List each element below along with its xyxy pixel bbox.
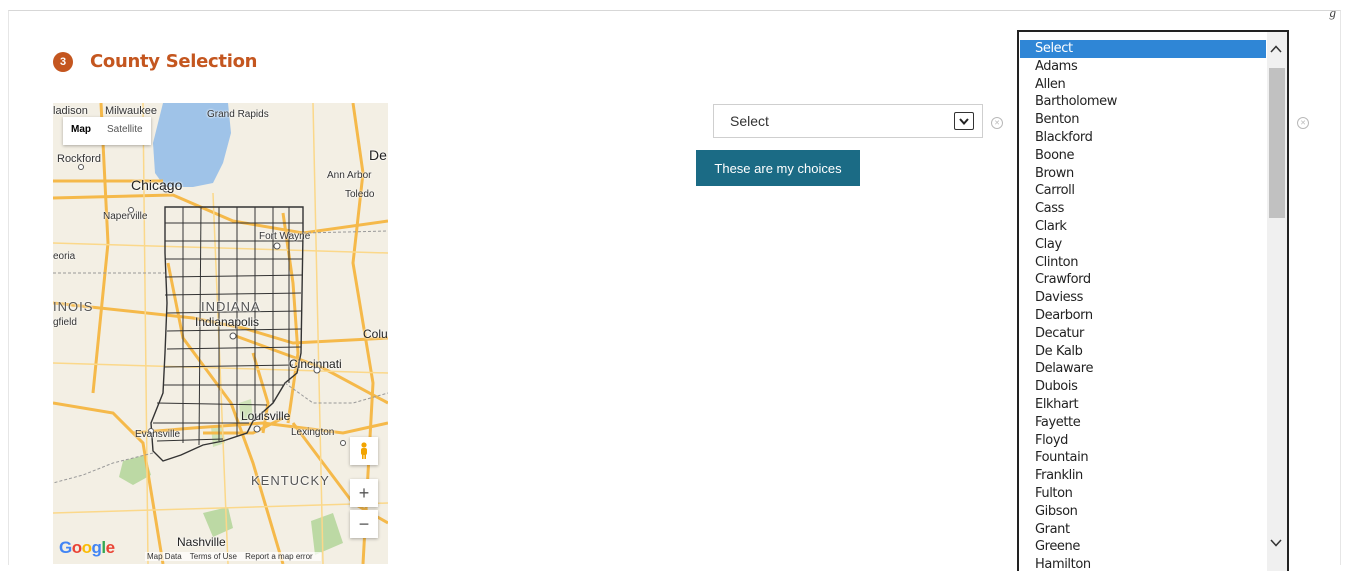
county-option[interactable]: Franklin [1020,467,1266,485]
zoom-out-button[interactable]: − [350,510,378,538]
corner-glyph: g [1329,5,1337,20]
step-badge: 3 [53,52,73,72]
map-data-label[interactable]: Map Data [147,552,182,561]
map-label-louisville: Louisville [241,409,291,423]
county-option[interactable]: Hamilton [1020,556,1266,571]
page: g 3 County Selection ladison Milwaukee G… [0,0,1346,571]
county-option[interactable]: Gibson [1020,503,1266,521]
county-option[interactable]: Blackford [1020,129,1266,147]
county-option[interactable]: Fayette [1020,414,1266,432]
county-option[interactable]: Grant [1020,521,1266,539]
county-option[interactable]: Cass [1020,200,1266,218]
map-label-milwaukee: Milwaukee [105,105,157,117]
map-label-indianapolis: Indianapolis [195,315,260,329]
county-option[interactable]: Carroll [1020,182,1266,200]
county-option[interactable]: Dubois [1020,378,1266,396]
county-option[interactable]: Dearborn [1020,307,1266,325]
county-option[interactable]: Daviess [1020,289,1266,307]
county-option[interactable]: Fountain [1020,449,1266,467]
map-type-map-button[interactable]: Map [63,117,99,145]
these-are-my-choices-button[interactable]: These are my choices [696,150,860,186]
listbox-scrollbar[interactable] [1267,32,1287,571]
map-label-cincinnati: Cincinnati [289,357,342,371]
county-option[interactable]: Fulton [1020,485,1266,503]
county-option[interactable]: Select [1020,40,1266,58]
county-select-value: Select [730,113,769,129]
map-label-chicago: Chicago [131,177,183,193]
county-option[interactable]: Floyd [1020,432,1266,450]
map-type-satellite-button[interactable]: Satellite [99,117,151,145]
county-option[interactable]: Clinton [1020,254,1266,272]
map-label-illinois: INOIS [53,299,94,314]
map-label-evansville: Evansville [135,429,181,440]
map-label-toledo: Toledo [345,189,375,200]
google-logo[interactable]: Google [59,538,115,558]
county-option[interactable]: Clay [1020,236,1266,254]
county-option[interactable]: Elkhart [1020,396,1266,414]
terms-of-use-link[interactable]: Terms of Use [190,552,237,561]
county-select[interactable]: Select [713,104,983,138]
scrollbar-thumb[interactable] [1269,68,1285,218]
county-map[interactable]: ladison Milwaukee Grand Rapids Rockford … [53,103,388,564]
county-listbox-items: Select Adams Allen Bartholomew Benton Blackfo… [1020,40,1266,571]
google-logo-letter: o [81,538,92,557]
county-option[interactable]: Boone [1020,147,1266,165]
scroll-down-icon[interactable] [1270,536,1282,550]
county-option[interactable]: Benton [1020,111,1266,129]
county-option[interactable]: Crawford [1020,271,1266,289]
map-label-ann-arbor: Ann Arbor [327,170,372,181]
county-option[interactable]: Greene [1020,538,1266,556]
map-label-springfield: gfield [53,317,77,328]
clear-icon[interactable]: ✕ [991,117,1003,129]
map-label-fort-wayne: Fort Wayne [259,231,311,242]
report-map-error-link[interactable]: Report a map error [245,552,313,561]
map-label-lexington: Lexington [291,427,335,438]
county-option[interactable]: Delaware [1020,360,1266,378]
street-view-pegman-icon[interactable] [350,437,378,465]
map-label-peoria: eoria [53,251,76,262]
google-logo-letter: G [59,538,72,557]
google-logo-letter: e [105,538,115,557]
map-label-madison: ladison [53,105,88,117]
map-label-nashville: Nashville [177,535,226,549]
google-logo-letter: g [91,538,102,557]
county-option[interactable]: Allen [1020,76,1266,94]
map-label-naperville: Naperville [103,211,148,222]
section-title: County Selection [90,51,258,72]
map-label-rockford: Rockford [57,153,102,165]
clear-icon[interactable]: ✕ [1297,117,1309,129]
county-option[interactable]: Brown [1020,165,1266,183]
map-type-control: Map Satellite [63,117,151,145]
map-label-grand-rapids: Grand Rapids [207,109,269,120]
chevron-down-icon[interactable] [954,112,974,130]
scroll-up-icon[interactable] [1270,42,1282,56]
county-option[interactable]: Adams [1020,58,1266,76]
map-label-indiana: INDIANA [201,299,261,314]
county-option[interactable]: Clark [1020,218,1266,236]
map-label-columbus: Colu [363,327,388,341]
map-footer: Map Data Terms of Use Report a map error [145,552,321,561]
county-listbox[interactable]: Select Adams Allen Bartholomew Benton Blackfo… [1017,30,1289,571]
county-option[interactable]: De Kalb [1020,343,1266,361]
county-option[interactable]: Bartholomew [1020,93,1266,111]
map-label-detroit: De [369,147,387,163]
zoom-in-button[interactable]: + [350,479,378,507]
county-option[interactable]: Decatur [1020,325,1266,343]
google-logo-letter: o [71,538,82,557]
map-label-kentucky: KENTUCKY [251,473,330,488]
